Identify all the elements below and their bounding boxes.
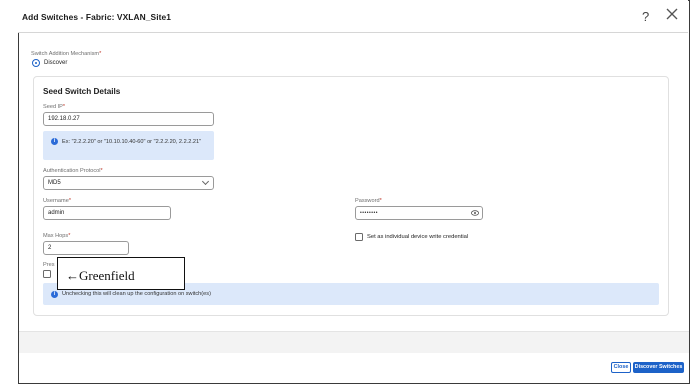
preserve-config-checkbox[interactable]: [43, 270, 51, 278]
auth-protocol-select[interactable]: MD5: [43, 176, 214, 190]
username-input[interactable]: admin: [43, 206, 171, 220]
password-label: Password*: [355, 198, 382, 204]
dialog-title: Add Switches - Fabric: VXLAN_Site1: [22, 12, 172, 22]
password-input[interactable]: ••••••••: [355, 206, 483, 220]
dialog-body-footer-band: [19, 331, 689, 353]
write-credential-label: Set as individual device write credentia…: [367, 234, 469, 240]
close-icon[interactable]: [665, 7, 679, 21]
auth-protocol-label: Authentication Protocol*: [43, 168, 103, 174]
seed-ip-input[interactable]: 192.18.0.27: [43, 112, 214, 126]
info-icon: i: [51, 138, 58, 145]
discover-radio[interactable]: [32, 59, 40, 67]
dialog-header-bar: Add Switches - Fabric: VXLAN_Site1 ?: [18, 0, 688, 33]
discover-switches-button[interactable]: Discover Switches: [633, 362, 684, 373]
discover-radio-label: Discover: [44, 60, 68, 66]
preserve-config-label: Pres: [43, 262, 55, 268]
max-hops-label: Max Hops*: [43, 233, 71, 239]
seed-ip-hint-text: Ex: "2.2.2.20" or "10.10.10.40-60" or "2…: [62, 139, 202, 145]
info-icon: i: [51, 291, 58, 298]
help-icon[interactable]: ?: [642, 9, 649, 24]
preserve-warning-text: Unchecking this will clean up the config…: [62, 291, 211, 297]
close-button[interactable]: Close: [611, 362, 631, 373]
write-credential-checkbox[interactable]: [355, 233, 363, 241]
seed-section-title: Seed Switch Details: [43, 87, 121, 96]
mechanism-label: Switch Addition Mechanism*: [31, 51, 102, 57]
max-hops-input[interactable]: 2: [43, 241, 129, 255]
username-label: Username*: [43, 198, 71, 204]
seed-ip-label: Seed IP*: [43, 104, 66, 110]
greenfield-callout-text: ←Greenfield: [66, 268, 135, 283]
eye-icon[interactable]: [471, 210, 479, 216]
